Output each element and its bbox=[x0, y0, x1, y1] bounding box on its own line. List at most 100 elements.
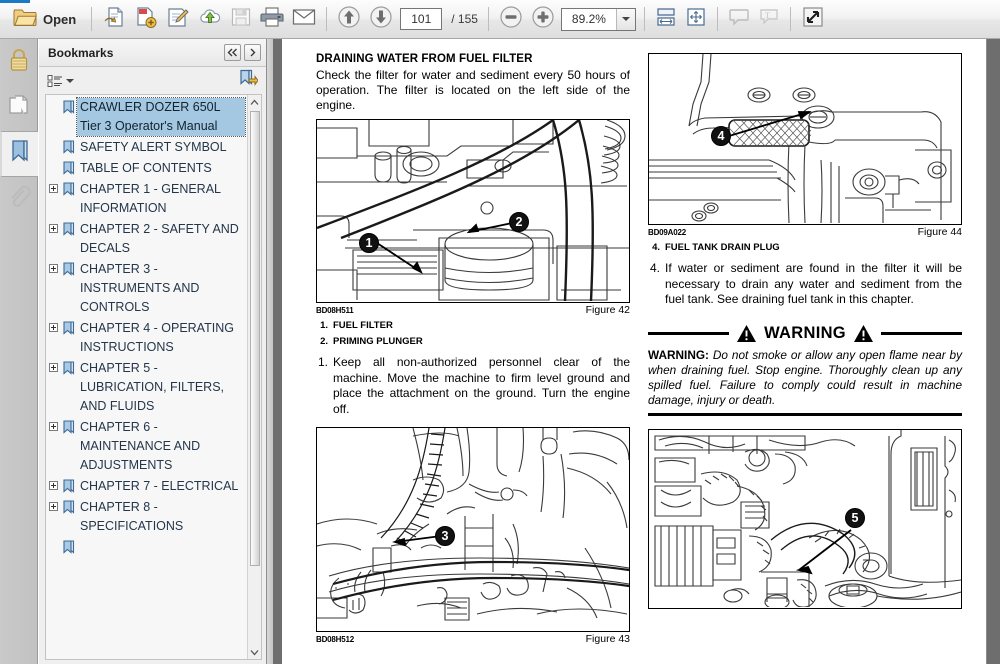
save-button[interactable] bbox=[226, 4, 256, 34]
figure-42-callout-1: 1 bbox=[359, 233, 379, 253]
chevron-down-icon bbox=[621, 17, 630, 21]
zoom-out-button[interactable] bbox=[495, 4, 527, 34]
intro-paragraph: Check the filter for water and sediment … bbox=[316, 68, 630, 112]
bookmark-item[interactable]: CHAPTER 1 - GENERAL INFORMATION bbox=[46, 179, 247, 219]
bookmark-item[interactable]: TABLE OF CONTENTS bbox=[46, 158, 247, 179]
create-pdf-button[interactable] bbox=[98, 4, 130, 34]
warning-text: WARNING: Do not smoke or allow any open … bbox=[648, 348, 962, 408]
bookmark-expand-toggle[interactable] bbox=[46, 498, 61, 511]
previous-page-button[interactable] bbox=[333, 4, 365, 34]
bookmark-item[interactable]: CHAPTER 8 - SPECIFICATIONS bbox=[46, 497, 247, 537]
zoom-level-combobox[interactable]: 89.2% bbox=[560, 7, 636, 31]
bookmark-item-label: CHAPTER 3 - INSTRUMENTS AND CONTROLS bbox=[80, 262, 200, 314]
rail-item-page-thumbnails[interactable] bbox=[0, 85, 38, 131]
figure-43-number: Figure 43 bbox=[585, 633, 630, 645]
next-page-button[interactable] bbox=[365, 4, 397, 34]
zoom-in-icon bbox=[531, 5, 555, 34]
upload-cloud-button[interactable] bbox=[194, 4, 226, 34]
bookmark-options-button[interactable] bbox=[47, 74, 74, 88]
bookmark-item[interactable]: CHAPTER 2 - SAFETY AND DECALS bbox=[46, 219, 247, 259]
svg-text:T: T bbox=[765, 11, 770, 20]
bookmarks-panel-header: Bookmarks bbox=[39, 39, 266, 67]
bookmark-item[interactable]: CRAWLER DOZER 650L Tier 3 Operator's Man… bbox=[46, 97, 247, 137]
email-button[interactable] bbox=[288, 4, 320, 34]
bookmark-item-icon bbox=[61, 138, 77, 155]
add-comment-icon bbox=[728, 7, 750, 32]
zoom-in-button[interactable] bbox=[527, 4, 559, 34]
bookmark-expand-toggle[interactable] bbox=[46, 180, 61, 193]
bookmark-item-label: CHAPTER 4 - OPERATING INSTRUCTIONS bbox=[80, 321, 234, 354]
fuel-tank-drain-plug-diagram bbox=[649, 54, 952, 223]
bookmark-item-label: CRAWLER DOZER 650L Tier 3 Operator's Man… bbox=[76, 97, 246, 137]
chevron-up-icon bbox=[250, 99, 259, 105]
bookmark-expand-toggle[interactable] bbox=[46, 477, 61, 490]
list-options-icon bbox=[47, 74, 62, 87]
document-viewport[interactable]: DRAINING WATER FROM FUEL FILTER Check th… bbox=[273, 39, 1000, 664]
print-button[interactable] bbox=[256, 4, 288, 34]
edit-pdf-button[interactable] bbox=[162, 4, 194, 34]
expand-panel-button[interactable] bbox=[244, 44, 261, 61]
bookmark-expander-placeholder bbox=[46, 159, 61, 163]
save-icon bbox=[230, 6, 252, 33]
legend-text: FUEL TANK DRAIN PLUG bbox=[665, 242, 780, 253]
figure-44: 4 BD09A022 Figure 44 bbox=[648, 53, 962, 238]
figure-42-code: BD08H511 bbox=[316, 306, 354, 315]
legend-item: 2. PRIMING PLUNGER bbox=[316, 335, 630, 348]
figure-42: 1 2 BD08H511 Figure 42 bbox=[316, 119, 630, 316]
zoom-dropdown-button[interactable] bbox=[615, 8, 635, 30]
bookmarks-list[interactable]: CRAWLER DOZER 650L Tier 3 Operator's Man… bbox=[45, 94, 262, 660]
scroll-down-button[interactable] bbox=[250, 645, 259, 659]
bookmark-item[interactable]: CHAPTER 3 - INSTRUMENTS AND CONTROLS bbox=[46, 259, 247, 318]
bookmark-item[interactable]: CHAPTER 6 - MAINTENANCE AND ADJUSTMENTS bbox=[46, 417, 247, 476]
figure-42-number: Figure 42 bbox=[585, 304, 630, 316]
next-page-icon bbox=[369, 5, 393, 34]
figure-44-image: 4 bbox=[648, 53, 962, 225]
bookmark-expander-placeholder bbox=[46, 538, 61, 542]
bookmark-expand-toggle[interactable] bbox=[46, 319, 61, 332]
fuel-filter-diagram bbox=[317, 120, 629, 301]
add-text-button[interactable]: T bbox=[754, 4, 784, 34]
plus-expand-icon bbox=[49, 224, 58, 233]
combine-files-icon bbox=[134, 5, 158, 34]
scrollbar-thumb[interactable] bbox=[250, 111, 260, 566]
page-edge-divider bbox=[986, 39, 987, 664]
bookmark-item[interactable]: SAFETY ALERT SYMBOL bbox=[46, 137, 247, 158]
bookmark-expand-toggle[interactable] bbox=[46, 260, 61, 273]
step-text: Keep all non-authorized personnel clear … bbox=[333, 355, 630, 416]
bookmarks-toolbar bbox=[39, 67, 266, 94]
navigation-rail bbox=[0, 39, 38, 664]
scroll-up-button[interactable] bbox=[250, 95, 259, 109]
bookmark-expand-toggle[interactable] bbox=[46, 418, 61, 431]
warning-triangle-icon bbox=[853, 324, 873, 342]
left-column: DRAINING WATER FROM FUEL FILTER Check th… bbox=[316, 53, 630, 645]
new-bookmark-button[interactable] bbox=[239, 69, 259, 92]
bookmark-item-label: CHAPTER 7 - ELECTRICAL bbox=[80, 479, 239, 493]
plus-expand-icon bbox=[49, 363, 58, 372]
page-number-input[interactable]: 101 bbox=[400, 8, 443, 30]
step-number: 4. bbox=[649, 261, 660, 275]
figure-44-callout-4: 4 bbox=[711, 126, 731, 146]
bookmarks-icon bbox=[8, 138, 32, 171]
bookmarks-vertical-scrollbar[interactable] bbox=[247, 95, 261, 659]
bookmark-expand-toggle[interactable] bbox=[46, 220, 61, 233]
fullscreen-button[interactable] bbox=[797, 4, 829, 34]
fit-page-button[interactable] bbox=[681, 4, 711, 34]
bookmark-item[interactable]: CHAPTER 5 - LUBRICATION, FILTERS, AND FL… bbox=[46, 358, 247, 417]
bookmark-expand-toggle[interactable] bbox=[46, 359, 61, 372]
open-button[interactable]: Open bbox=[8, 4, 85, 34]
bookmark-item[interactable]: CHAPTER 7 - ELECTRICAL bbox=[46, 476, 247, 497]
rail-item-bookmarks[interactable] bbox=[0, 131, 38, 177]
engine-bay-diagram bbox=[317, 428, 629, 621]
legend-text: PRIMING PLUNGER bbox=[333, 336, 423, 347]
rail-item-attachments[interactable] bbox=[0, 177, 38, 223]
bookmark-item[interactable] bbox=[46, 537, 247, 556]
combine-files-button[interactable] bbox=[130, 4, 162, 34]
rail-item-protect[interactable] bbox=[0, 39, 38, 85]
bookmark-item-icon bbox=[61, 260, 77, 277]
fit-width-button[interactable] bbox=[651, 4, 681, 34]
add-comment-button[interactable] bbox=[724, 4, 754, 34]
warning-header: WARNING bbox=[648, 324, 963, 343]
bookmark-item[interactable]: CHAPTER 4 - OPERATING INSTRUCTIONS bbox=[46, 318, 247, 358]
legend-item: 1. FUEL FILTER bbox=[316, 319, 630, 332]
collapse-panel-button[interactable] bbox=[224, 44, 241, 61]
